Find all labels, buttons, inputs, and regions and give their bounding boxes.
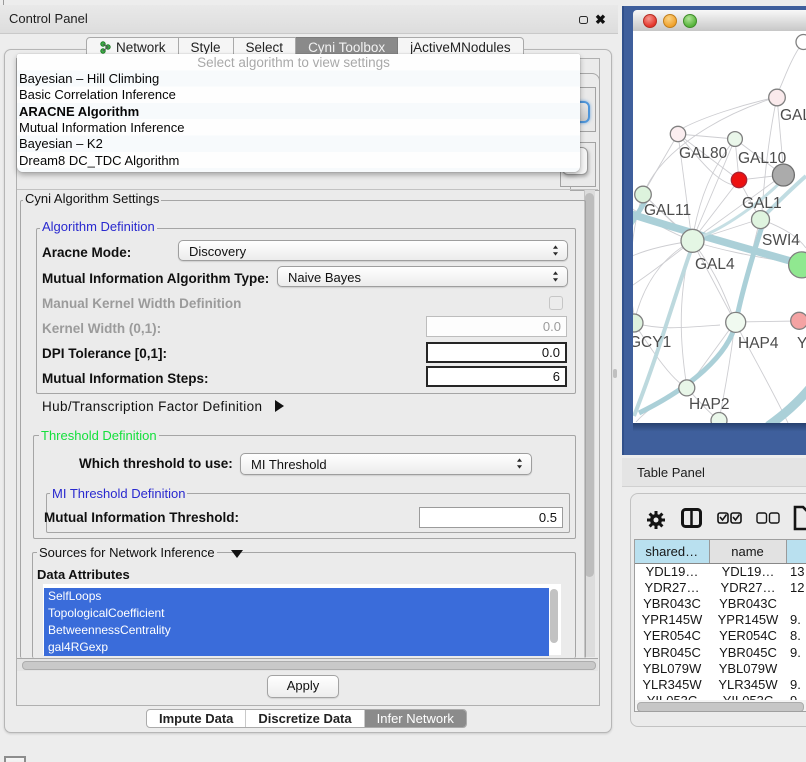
svg-text:GAL11: GAL11 (644, 202, 691, 219)
svg-text:GAL7: GAL7 (780, 107, 806, 124)
svg-text:GCY1: GCY1 (633, 334, 671, 351)
svg-text:HAP4: HAP4 (738, 335, 779, 352)
svg-text:GAL80: GAL80 (679, 145, 728, 162)
svg-text:SWI4: SWI4 (762, 232, 800, 249)
svg-text:GAL10: GAL10 (738, 150, 787, 167)
svg-text:HAP2: HAP2 (689, 396, 730, 413)
svg-text:GAL4: GAL4 (695, 256, 735, 273)
svg-text:GAL1: GAL1 (742, 195, 782, 212)
svg-text:YJ: YJ (797, 335, 806, 352)
